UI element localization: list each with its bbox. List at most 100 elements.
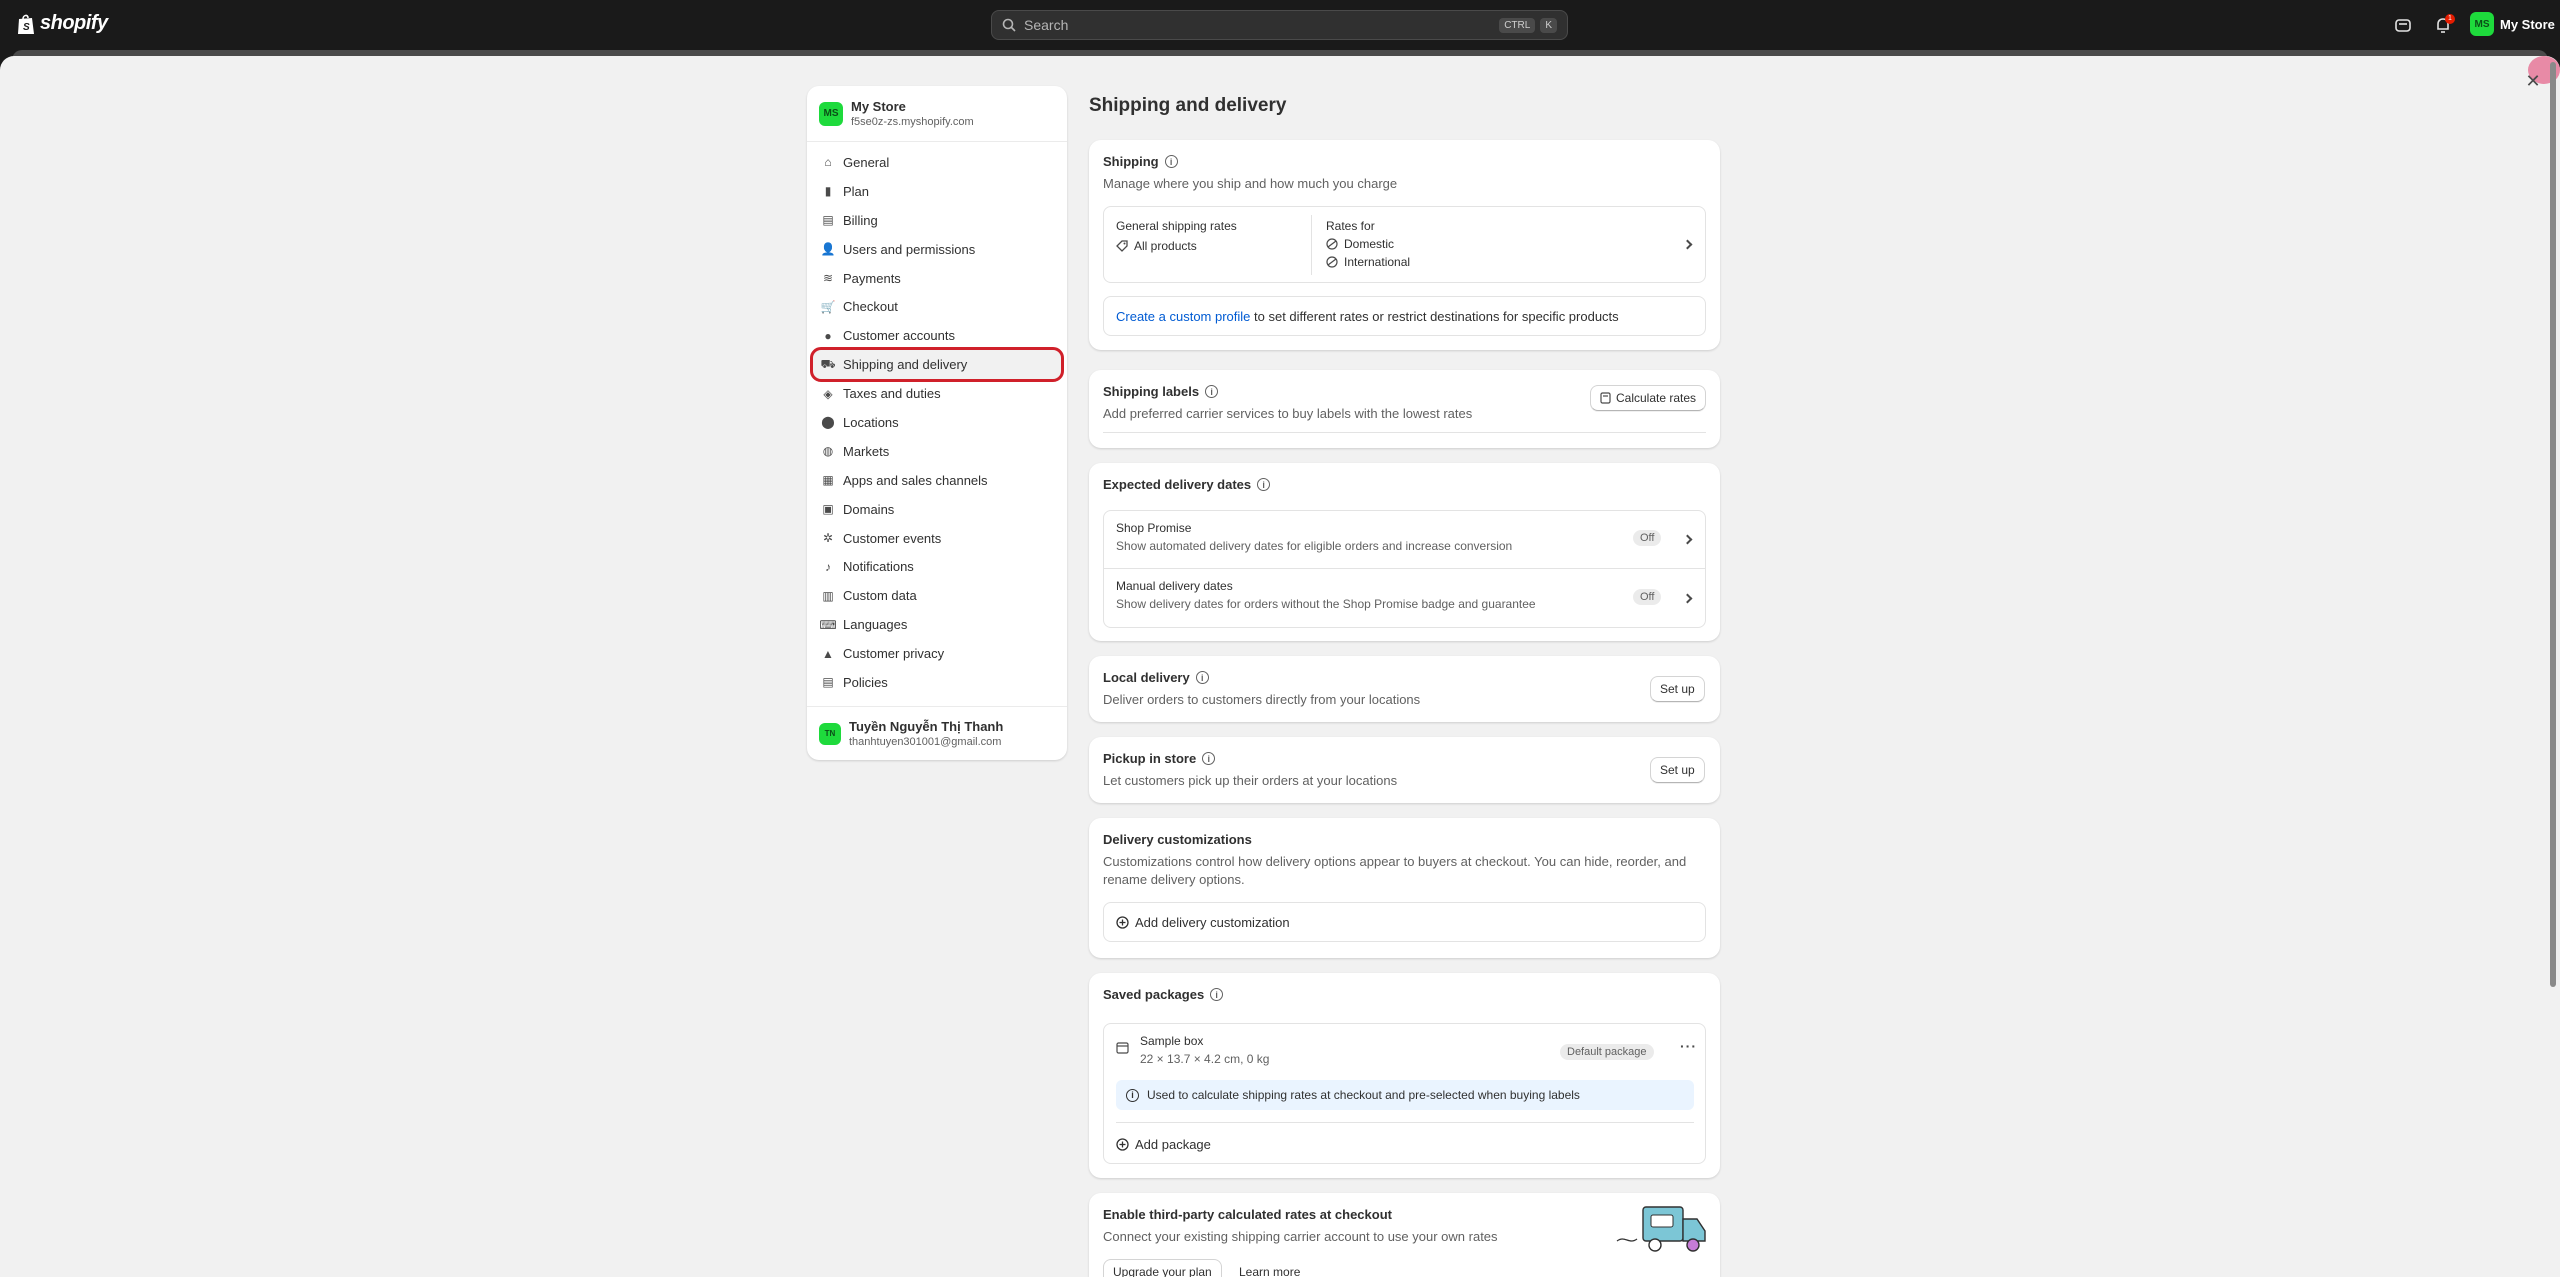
international-line: International bbox=[1326, 255, 1410, 269]
international: International bbox=[1344, 255, 1411, 269]
payments-icon: ≋ bbox=[822, 271, 834, 285]
globe-icon bbox=[1326, 238, 1338, 250]
sidebar-item-label: Notifications bbox=[843, 559, 914, 575]
sidebar-item-customer-events[interactable]: ✲ Customer events bbox=[813, 524, 1061, 553]
pickup-setup-button[interactable]: Set up bbox=[1650, 757, 1705, 783]
manual-delivery-row[interactable]: Manual delivery dates Show delivery date… bbox=[1104, 569, 1705, 629]
lock-icon: ▲ bbox=[822, 646, 834, 661]
general-rates-block: General shipping rates All products bbox=[1116, 219, 1237, 253]
sidebar-item-locations[interactable]: ⬤ Locations bbox=[813, 408, 1061, 437]
sidebar-item-domains[interactable]: ▣ Domains bbox=[813, 495, 1061, 524]
shop-promise-row[interactable]: Shop Promise Show automated delivery dat… bbox=[1104, 511, 1705, 569]
pickup-title-row: Pickup in store i bbox=[1103, 751, 1706, 766]
sidebar-item-apps-and-sales-channels[interactable]: ▦ Apps and sales channels bbox=[813, 466, 1061, 495]
info-icon[interactable]: i bbox=[1202, 752, 1216, 765]
info-icon: i bbox=[1126, 1088, 1139, 1102]
info-icon[interactable]: i bbox=[1257, 478, 1271, 491]
add-customization-label: Add delivery customization bbox=[1135, 914, 1290, 930]
info-icon[interactable]: i bbox=[1164, 155, 1178, 168]
sidebar-item-payments[interactable]: ≋ Payments bbox=[813, 264, 1061, 293]
expected-delivery-title: Expected delivery dates bbox=[1103, 477, 1252, 492]
sidebar-item-customer-accounts[interactable]: ● Customer accounts bbox=[813, 321, 1061, 350]
search-placeholder: Search bbox=[1024, 17, 1069, 33]
calculate-rates-label: Calculate rates bbox=[1616, 391, 1697, 405]
globe-icon bbox=[1326, 256, 1338, 268]
billing-icon: ▤ bbox=[822, 213, 834, 228]
sidebar-item-label: Billing bbox=[843, 212, 878, 228]
shopify-logo[interactable]: S shopify bbox=[16, 12, 108, 35]
sidebar-item-label: Taxes and duties bbox=[843, 386, 941, 402]
sidebar-item-custom-data[interactable]: ▥ Custom data bbox=[813, 581, 1061, 610]
store-switch-icon[interactable] bbox=[2393, 15, 2413, 35]
sidebar-item-customer-privacy[interactable]: ▲ Customer privacy bbox=[813, 639, 1061, 668]
sidebar-item-markets[interactable]: ◍ Markets bbox=[813, 437, 1061, 466]
sidebar-item-label: Apps and sales channels bbox=[843, 472, 988, 488]
delivery-customizations-card: Delivery customizations Customizations c… bbox=[1089, 818, 1720, 958]
status-badge: Off bbox=[1633, 530, 1662, 546]
store-menu-button[interactable]: MS My Store bbox=[2470, 12, 2555, 36]
search-input[interactable]: Search CTRL K bbox=[991, 10, 1568, 40]
sidebar-item-label: Payments bbox=[843, 270, 901, 286]
packages-title-row: Saved packages i bbox=[1103, 987, 1706, 1002]
scrollbar[interactable] bbox=[2550, 62, 2556, 987]
custom-profile-text: to set different rates or restrict desti… bbox=[1250, 308, 1619, 324]
shipping-card: Shipping i Manage where you ship and how… bbox=[1089, 140, 1720, 350]
general-rates-row[interactable]: General shipping rates All products Rate… bbox=[1103, 206, 1706, 283]
page-title: Shipping and delivery bbox=[1089, 95, 1287, 116]
expected-delivery-list: Shop Promise Show automated delivery dat… bbox=[1103, 510, 1706, 628]
info-icon[interactable]: i bbox=[1210, 988, 1224, 1001]
search-shortcut: CTRL K bbox=[1499, 17, 1557, 33]
kbd-ctrl: CTRL bbox=[1499, 17, 1536, 33]
sidebar-item-checkout[interactable]: 🛒 Checkout bbox=[813, 292, 1061, 321]
info-icon[interactable]: i bbox=[1205, 385, 1219, 398]
manual-delivery-desc: Show delivery dates for orders without t… bbox=[1116, 597, 1536, 611]
upgrade-plan-button[interactable]: Upgrade your plan bbox=[1103, 1259, 1222, 1277]
data-icon: ▥ bbox=[822, 588, 834, 603]
custom-profile-row: Create a custom profile to set different… bbox=[1103, 296, 1706, 336]
packages-list: Sample box 22 × 13.7 × 4.2 cm, 0 kg Defa… bbox=[1103, 1023, 1706, 1164]
calculate-rates-button[interactable]: Calculate rates bbox=[1590, 385, 1707, 411]
settings-sidebar: MS My Store f5se0z-zs.myshopify.com ⌂ Gen… bbox=[807, 86, 1067, 760]
sidebar-item-notifications[interactable]: ♪ Notifications bbox=[813, 552, 1061, 581]
cart-icon: 🛒 bbox=[820, 299, 836, 314]
user-footer[interactable]: TN Tuyền Nguyễn Thị Thanh thanhtuyen3010… bbox=[807, 706, 1067, 760]
learn-more-link[interactable]: Learn more bbox=[1239, 1265, 1300, 1277]
store-icon: ⌂ bbox=[824, 155, 832, 170]
rates-for-label: Rates for bbox=[1326, 219, 1375, 233]
sidebar-item-label: Users and permissions bbox=[843, 241, 976, 257]
plus-circle-icon bbox=[1116, 915, 1129, 929]
sidebar-item-plan[interactable]: ▮ Plan bbox=[813, 177, 1061, 206]
local-delivery-setup-button[interactable]: Set up bbox=[1650, 676, 1705, 702]
language-icon: ⌨ bbox=[819, 617, 837, 632]
plus-circle-icon bbox=[1116, 1138, 1129, 1151]
store-header[interactable]: MS My Store f5se0z-zs.myshopify.com bbox=[807, 86, 1067, 142]
sidebar-item-languages[interactable]: ⌨ Languages bbox=[813, 610, 1061, 639]
store-avatar: MS bbox=[819, 101, 843, 126]
add-package-button[interactable]: Add package bbox=[1116, 1137, 1211, 1152]
pickup-title: Pickup in store bbox=[1103, 751, 1197, 766]
sidebar-item-billing[interactable]: ▤ Billing bbox=[813, 206, 1061, 235]
more-actions-icon[interactable]: ··· bbox=[1680, 1038, 1697, 1054]
sidebar-item-label: Customer privacy bbox=[843, 646, 945, 662]
sidebar-item-general[interactable]: ⌂ General bbox=[813, 148, 1061, 177]
sidebar-item-shipping-and-delivery[interactable]: ⛟ Shipping and delivery bbox=[810, 347, 1064, 383]
sidebar-item-users-and-permissions[interactable]: 👤 Users and permissions bbox=[813, 235, 1061, 264]
sidebar-item-label: Markets bbox=[843, 443, 890, 459]
events-icon: ✲ bbox=[822, 531, 834, 546]
chevron-right-icon bbox=[1682, 239, 1693, 250]
upgrade-label: Upgrade your plan bbox=[1113, 1265, 1212, 1277]
plan-icon: ▮ bbox=[824, 184, 832, 199]
sidebar-item-taxes-and-duties[interactable]: ◈ Taxes and duties bbox=[813, 379, 1061, 408]
store-domain: f5se0z-zs.myshopify.com bbox=[851, 116, 974, 128]
add-delivery-customization-button[interactable]: Add delivery customization bbox=[1103, 902, 1706, 942]
customizations-title: Delivery customizations bbox=[1103, 832, 1252, 847]
domain-icon: ▣ bbox=[822, 502, 834, 517]
bell-icon: ♪ bbox=[825, 559, 831, 574]
package-icon bbox=[1116, 1042, 1129, 1054]
close-icon[interactable]: ✕ bbox=[2524, 72, 2542, 90]
sidebar-item-policies[interactable]: ▤ Policies bbox=[813, 668, 1061, 697]
create-custom-profile-link[interactable]: Create a custom profile bbox=[1116, 309, 1250, 324]
users-icon: 👤 bbox=[820, 242, 836, 257]
shopify-bag-icon: S bbox=[18, 14, 34, 34]
info-icon[interactable]: i bbox=[1195, 671, 1209, 684]
